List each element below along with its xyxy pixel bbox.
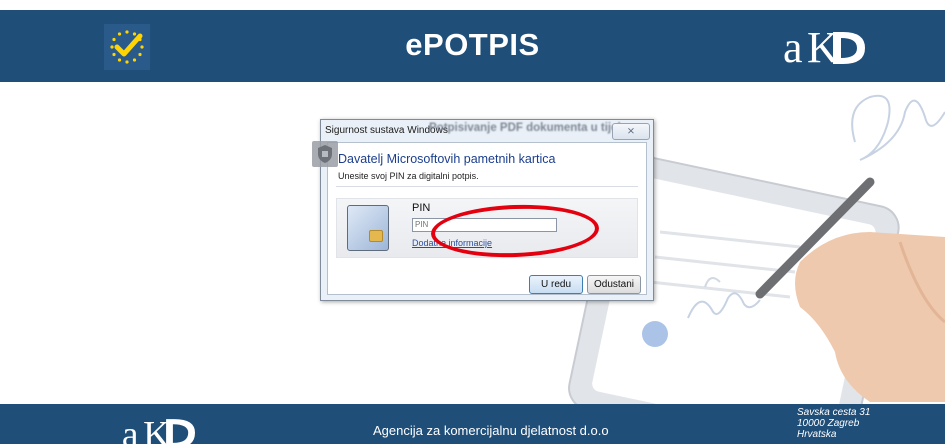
akd-logo: a K (783, 24, 865, 70)
address-line-1: Savska cesta 31 (797, 407, 871, 418)
security-shield-icon (312, 141, 338, 167)
ok-button[interactable]: U redu (529, 275, 583, 294)
cancel-button[interactable]: Odustani (587, 275, 641, 294)
provider-subtitle: Unesite svoj PIN za digitalni potpis. (338, 171, 479, 181)
pin-label: PIN (412, 202, 431, 214)
company-address: Savska cesta 31 10000 Zagreb Hrvatska (797, 407, 870, 440)
blurred-background-text: Potpisivanje PDF dokumenta u tijeku (429, 122, 631, 134)
dialog-titlebar[interactable]: Sigurnost sustava Windows Potpisivanje P… (321, 120, 653, 142)
address-line-3: Hrvatska (797, 429, 837, 440)
header-bar: ePOTPIS a K (0, 10, 945, 82)
company-name: Agencija za komercijalnu djelatnost d.o.… (373, 423, 609, 438)
footer-bar: a K Agencija za komercijalnu djelatnost … (0, 404, 945, 448)
divider (336, 186, 638, 187)
svg-text:a: a (122, 414, 139, 448)
provider-title: Davatelj Microsoftovih pametnih kartica (338, 152, 556, 166)
akd-logo: a K (122, 414, 195, 448)
address-line-2: 10000 Zagreb (797, 418, 860, 429)
more-info-link[interactable]: Dodatne informacije (412, 238, 492, 248)
smart-card-icon (347, 205, 389, 251)
pin-input[interactable] (412, 218, 557, 232)
card-chip-icon (369, 230, 383, 242)
dialog-close-button[interactable]: ⨯ (612, 123, 650, 140)
dialog-body: Davatelj Microsoftovih pametnih kartica … (327, 142, 647, 295)
svg-text:a: a (783, 24, 803, 70)
pin-entry-panel: PIN Dodatne informacije (336, 198, 638, 258)
windows-security-dialog: Sigurnost sustava Windows Potpisivanje P… (320, 119, 654, 301)
